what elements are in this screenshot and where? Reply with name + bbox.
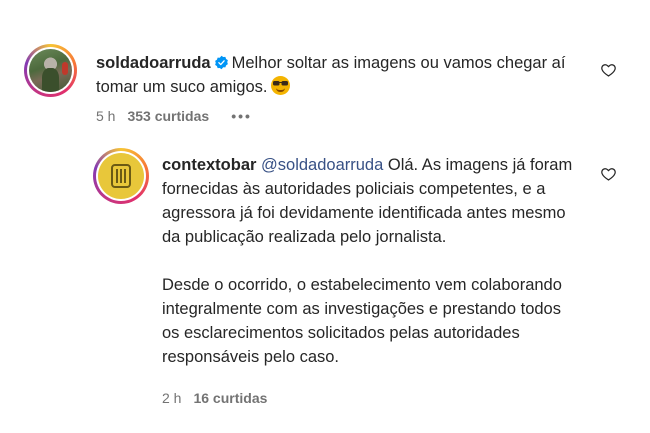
sunglasses-emoji-icon bbox=[271, 76, 291, 95]
reply-paragraph-2: Desde o ocorrido, o estabelecimento vem … bbox=[162, 276, 562, 366]
more-options-button[interactable]: ••• bbox=[231, 108, 252, 124]
comment-body: soldadoarruda Melhor soltar as imagens ou… bbox=[96, 51, 596, 99]
heart-icon[interactable] bbox=[601, 63, 616, 77]
reply-paragraph-1: contextobar @soldadoarruda Olá. As image… bbox=[162, 153, 582, 249]
avatar[interactable] bbox=[24, 44, 77, 97]
bar-logo-icon bbox=[110, 164, 132, 188]
like-count[interactable]: 353 curtidas bbox=[127, 108, 209, 124]
comment-meta: 2 h 16 curtidas bbox=[162, 390, 267, 406]
heart-icon[interactable] bbox=[601, 167, 616, 181]
comment-username[interactable]: contextobar bbox=[162, 156, 256, 174]
like-count[interactable]: 16 curtidas bbox=[193, 390, 267, 406]
comment-username[interactable]: soldadoarruda bbox=[96, 54, 211, 72]
reply-body: contextobar @soldadoarruda Olá. As image… bbox=[162, 153, 582, 369]
mention-link[interactable]: @soldadoarruda bbox=[261, 156, 383, 174]
avatar[interactable] bbox=[93, 148, 149, 204]
avatar-ring bbox=[96, 151, 146, 201]
avatar-logo bbox=[98, 153, 144, 199]
avatar-ring bbox=[27, 47, 74, 94]
avatar-photo bbox=[29, 49, 72, 92]
verified-badge-icon bbox=[214, 55, 228, 70]
comment-time[interactable]: 2 h bbox=[162, 390, 181, 406]
comment-meta: 5 h 353 curtidas ••• bbox=[96, 108, 252, 124]
comment-time[interactable]: 5 h bbox=[96, 108, 115, 124]
